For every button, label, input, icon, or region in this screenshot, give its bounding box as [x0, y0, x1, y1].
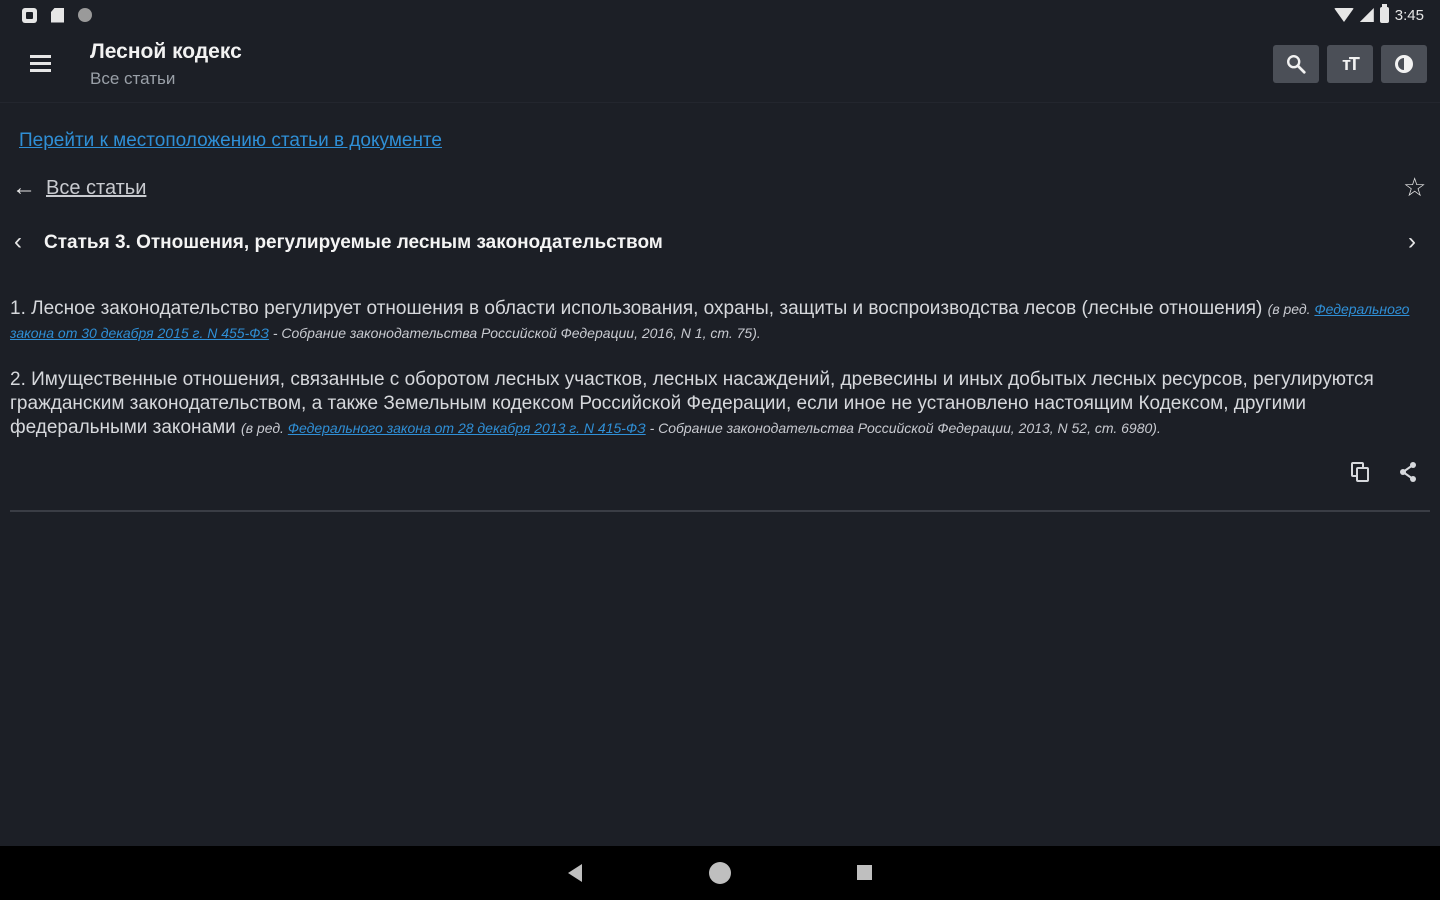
content-divider [10, 510, 1430, 512]
amendment-law-link[interactable]: Федерального закона от 28 декабря 2013 г… [288, 420, 646, 436]
status-right-icons: 3:45 [1333, 4, 1424, 24]
article-paragraph-2: 2. Имущественные отношения, связанные с … [10, 368, 1430, 440]
dot-icon [78, 8, 92, 22]
back-to-all-articles[interactable]: ← Все статьи [12, 176, 146, 200]
font-size-button[interactable]: тТ [1327, 45, 1373, 83]
article-title: Статья 3. Отношения, регулируемые лесным… [44, 232, 663, 253]
amendment-note-suffix: - Собрание законодательства Российской Ф… [645, 420, 1161, 436]
search-button[interactable] [1273, 45, 1319, 83]
notification-square-icon [22, 7, 37, 23]
goto-article-location-link[interactable]: Перейти к местоположению статьи в докуме… [19, 130, 442, 152]
wifi-icon [1333, 8, 1354, 22]
theme-contrast-icon [1395, 55, 1413, 73]
article-navigation: ‹ Статья 3. Отношения, регулируемые лесн… [0, 228, 1440, 260]
amendment-note-suffix: - Собрание законодательства Российской Ф… [268, 325, 761, 341]
amendment-note-prefix: (в ред. [241, 420, 288, 436]
system-navigation-bar [0, 846, 1440, 900]
share-button[interactable] [1396, 460, 1420, 484]
chevron-left-icon[interactable]: ‹ [14, 230, 22, 254]
copy-icon[interactable] [1349, 460, 1371, 484]
article-paragraph-1: 1. Лесное законодательство регулирует от… [10, 297, 1430, 345]
paragraph-text: 1. Лесное законодательство регулирует от… [10, 298, 1268, 319]
favorite-star-icon[interactable]: ☆ [1403, 174, 1426, 200]
status-bar: 3:45 [0, 0, 1440, 30]
appbar-divider [0, 102, 1440, 103]
nav-back-icon[interactable] [568, 864, 582, 882]
app-bar: Лесной кодекс Все статьи тТ [0, 30, 1440, 102]
app-subtitle: Все статьи [90, 69, 176, 88]
share-icon [1400, 462, 1416, 482]
amendment-note-prefix: (в ред. [1267, 301, 1315, 317]
font-size-icon: тТ [1342, 53, 1360, 74]
menu-icon[interactable] [22, 47, 60, 81]
status-left-icons [22, 7, 92, 23]
status-time: 3:45 [1394, 6, 1424, 24]
arrow-left-icon: ← [12, 174, 36, 201]
nav-home-icon[interactable] [709, 862, 731, 884]
sd-card-icon [51, 7, 64, 23]
theme-button[interactable] [1381, 45, 1427, 83]
search-icon [1287, 55, 1306, 74]
app-title: Лесной кодекс [90, 40, 242, 63]
battery-icon [1379, 4, 1389, 23]
back-label: Все статьи [46, 176, 147, 199]
nav-recents-icon[interactable] [857, 865, 872, 880]
chevron-right-icon[interactable]: › [1408, 230, 1416, 254]
signal-icon [1359, 8, 1374, 22]
